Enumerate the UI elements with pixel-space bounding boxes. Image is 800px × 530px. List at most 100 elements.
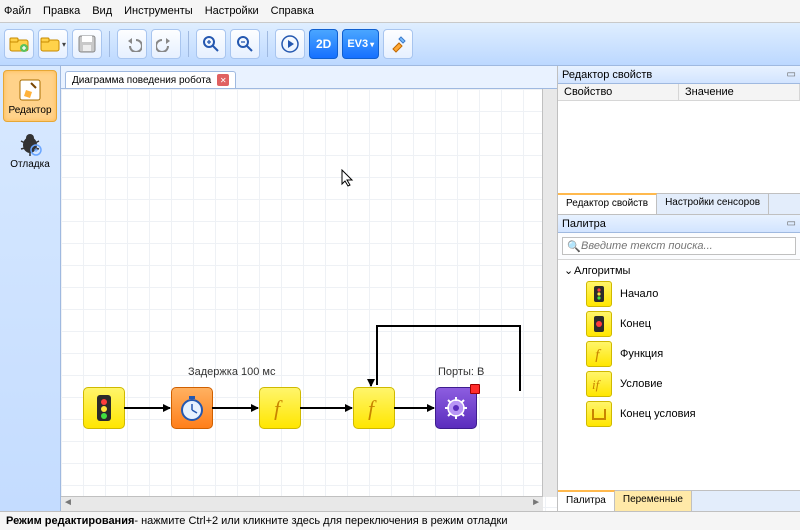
palette-item-label: Конец [620, 318, 651, 330]
tools-button[interactable] [383, 29, 413, 59]
save-button[interactable] [72, 29, 102, 59]
function-icon: f [586, 341, 612, 367]
folder-open-icon [40, 36, 60, 52]
palette-item-if[interactable]: if Условие [558, 369, 800, 399]
run-button[interactable] [275, 29, 305, 59]
node-delay[interactable] [171, 387, 213, 429]
chevron-down-icon: ⌄ [564, 264, 574, 277]
mode-ev3-button[interactable]: EV3▾ [342, 29, 379, 59]
menu-tools[interactable]: Инструменты [124, 5, 193, 17]
zoom-out-icon [236, 35, 254, 53]
props-panel-title: Редактор свойств [562, 69, 652, 81]
zoom-in-icon [202, 35, 220, 53]
delay-label: Задержка 100 мс [188, 366, 275, 378]
menu-edit[interactable]: Правка [43, 5, 80, 17]
menu-file[interactable]: Файл [4, 5, 31, 17]
ports-label: Порты: B [438, 366, 484, 378]
sidebar-editor-button[interactable]: Редактор [3, 70, 57, 122]
new-file-button[interactable] [4, 29, 34, 59]
search-icon: 🔍 [567, 240, 581, 253]
menu-settings[interactable]: Настройки [205, 5, 259, 17]
document-tabbar: Диаграмма поведения робота ✕ [61, 66, 557, 89]
link-loop-h[interactable] [376, 325, 521, 327]
function-icon: f [268, 396, 292, 420]
menu-view[interactable]: Вид [92, 5, 112, 17]
status-hint: - нажмите Ctrl+2 или кликните здесь для … [134, 515, 507, 527]
svg-text:f: f [595, 347, 602, 362]
link-3[interactable] [300, 407, 352, 409]
sidebar-debug-button[interactable]: Отладка [4, 125, 56, 175]
palette-item-start[interactable]: Начало [558, 279, 800, 309]
link-4[interactable] [394, 407, 434, 409]
tab-palette[interactable]: Палитра [558, 490, 615, 511]
mode-ev3-label: EV3 [347, 38, 368, 50]
palette-item-label: Условие [620, 378, 663, 390]
node-start[interactable] [83, 387, 125, 429]
mode-ev3-dropdown-icon[interactable]: ▾ [370, 40, 374, 49]
save-icon [78, 35, 96, 53]
bug-icon [17, 131, 43, 157]
link-1[interactable] [124, 407, 170, 409]
zoom-in-button[interactable] [196, 29, 226, 59]
pencil-page-icon [17, 77, 43, 103]
tools-icon [388, 34, 408, 54]
tab-variables[interactable]: Переменные [615, 491, 692, 511]
palette-panel-header[interactable]: Палитра ▭ [558, 215, 800, 233]
palette-item-end[interactable]: Конец [558, 309, 800, 339]
svg-text:if: if [592, 377, 602, 392]
document-tab-close[interactable]: ✕ [217, 74, 229, 86]
redo-icon [156, 36, 176, 52]
endif-icon [586, 401, 612, 427]
traffic-stop-icon [586, 311, 612, 337]
palette-item-function[interactable]: f Функция [558, 339, 800, 369]
node-function-1[interactable]: f [259, 387, 301, 429]
palette-item-label: Конец условия [620, 408, 696, 420]
link-loop-arrowhead [370, 385, 372, 386]
tab-sensor-settings[interactable]: Настройки сенсоров [657, 194, 769, 214]
gear-icon [442, 394, 470, 422]
palette-group-algorithms[interactable]: ⌄ Алгоритмы [558, 262, 800, 279]
cursor-icon [341, 169, 355, 187]
function-icon: f [362, 396, 386, 420]
dock-icon[interactable]: ▭ [787, 69, 796, 80]
menubar: Файл Правка Вид Инструменты Настройки Сп… [0, 0, 800, 23]
svg-text:f: f [274, 396, 283, 420]
link-loop-v1[interactable] [519, 325, 521, 391]
traffic-light-icon [586, 281, 612, 307]
props-panel-header[interactable]: Редактор свойств ▭ [558, 66, 800, 84]
tab-property-editor[interactable]: Редактор свойств [558, 193, 657, 214]
open-button[interactable]: ▾ [38, 29, 68, 59]
diagram-canvas[interactable]: Задержка 100 мс Порты: B f f [61, 89, 557, 511]
canvas-vscrollbar[interactable] [542, 89, 557, 497]
props-col-value[interactable]: Значение [679, 84, 800, 100]
palette-item-label: Начало [620, 288, 658, 300]
mode-2d-button[interactable]: 2D [309, 29, 338, 59]
zoom-out-button[interactable] [230, 29, 260, 59]
toolbar: ▾ 2D EV3▾ [0, 23, 800, 66]
document-tab[interactable]: Диаграмма поведения робота ✕ [65, 71, 236, 88]
palette-tree: ⌄ Алгоритмы Начало Конец f Функция [558, 260, 800, 490]
palette-bottom-tabs: Палитра Переменные [558, 490, 800, 511]
play-icon [281, 35, 299, 53]
link-loop-v2[interactable] [376, 325, 378, 385]
palette-item-endif[interactable]: Конец условия [558, 399, 800, 429]
folder-plus-icon [9, 36, 29, 52]
props-col-property[interactable]: Свойство [558, 84, 679, 100]
props-table: Свойство Значение [558, 84, 800, 193]
open-dropdown-icon[interactable]: ▾ [62, 40, 66, 49]
menu-help[interactable]: Справка [271, 5, 314, 17]
link-2[interactable] [212, 407, 258, 409]
redo-button[interactable] [151, 29, 181, 59]
undo-icon [122, 36, 142, 52]
dock-icon[interactable]: ▭ [787, 218, 796, 229]
node-function-2[interactable]: f [353, 387, 395, 429]
timer-icon [178, 394, 206, 422]
props-bottom-tabs: Редактор свойств Настройки сенсоров [558, 193, 800, 214]
node-motor[interactable] [435, 387, 477, 429]
palette-search-input[interactable] [562, 237, 796, 255]
statusbar[interactable]: Режим редактирования - нажмите Ctrl+2 ил… [0, 511, 800, 530]
undo-button[interactable] [117, 29, 147, 59]
document-tab-title: Диаграмма поведения робота [72, 75, 211, 86]
canvas-hscrollbar[interactable] [61, 496, 543, 511]
sidebar: Редактор Отладка [0, 66, 61, 511]
